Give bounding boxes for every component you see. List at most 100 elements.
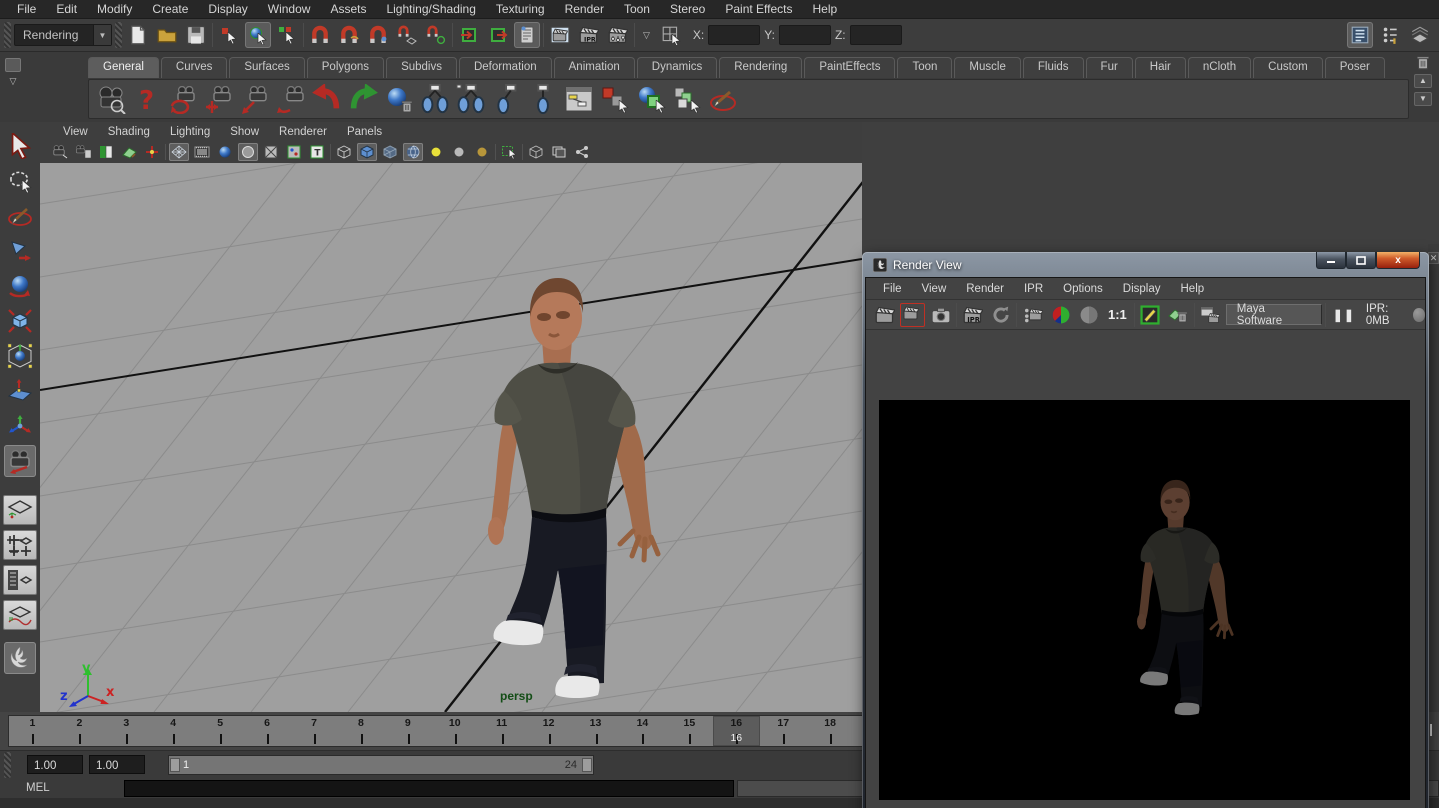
undo-button[interactable] [311, 83, 343, 115]
menu-item[interactable]: Texturing [487, 0, 554, 18]
soft-modification-tool-button[interactable] [4, 375, 36, 407]
x-coordinate-input[interactable] [708, 25, 760, 45]
maya-attribute-panel-button[interactable] [4, 642, 36, 674]
ipr-render-button[interactable]: IPR [576, 22, 602, 48]
safe-title-button[interactable]: T [307, 143, 327, 161]
character-model[interactable] [488, 278, 658, 698]
shelf-tab[interactable]: Curves [161, 57, 227, 78]
output-connections-button[interactable] [485, 22, 511, 48]
menu-item[interactable]: Toon [615, 0, 659, 18]
frame-slot[interactable]: 1 [9, 716, 56, 746]
display-rgb-channels-button[interactable] [1048, 303, 1073, 327]
wireframe-button[interactable] [334, 143, 354, 161]
frame-slot[interactable]: 14 [619, 716, 666, 746]
real-size-button[interactable]: 1:1 [1104, 307, 1131, 322]
shelf-tab[interactable]: nCloth [1188, 57, 1251, 78]
render-view-menu-item[interactable]: Render [957, 281, 1013, 297]
frame-slot[interactable]: 15 [666, 716, 713, 746]
camera-roll-button[interactable] [275, 83, 307, 115]
resolution-gate-button[interactable] [215, 143, 235, 161]
cluster-button[interactable] [419, 83, 451, 115]
tool-settings-toggle[interactable] [1377, 22, 1403, 48]
render-region-button[interactable] [1020, 303, 1045, 327]
default-light-button[interactable] [449, 143, 469, 161]
frame-slot[interactable]: 9 [384, 716, 431, 746]
snap-to-projected-center-button[interactable] [394, 22, 420, 48]
scale-tool-button[interactable] [4, 305, 36, 337]
shelf-tab[interactable]: Poser [1325, 57, 1385, 78]
render-view-menu-item[interactable]: Display [1114, 281, 1170, 297]
no-lights-button[interactable] [472, 143, 492, 161]
panel-menu-item[interactable]: Lighting [161, 125, 219, 139]
frame-slot[interactable]: 17 [760, 716, 807, 746]
file-open-button[interactable] [154, 22, 180, 48]
render-current-frame-button[interactable] [547, 22, 573, 48]
render-view-titlebar[interactable]: Render View x [865, 252, 1426, 277]
input-connections-button[interactable] [456, 22, 482, 48]
frame-slot[interactable]: 2 [56, 716, 103, 746]
frame-slot[interactable]: 6 [244, 716, 291, 746]
bookmarks-button[interactable] [96, 143, 116, 161]
open-render-settings-button[interactable] [1138, 303, 1163, 327]
close-button[interactable]: x [1376, 252, 1420, 269]
redo-previous-render-button[interactable] [900, 303, 925, 327]
menu-item[interactable]: Lighting/Shading [377, 0, 484, 18]
select-tool-button[interactable] [4, 130, 36, 162]
shelf-tab[interactable]: Muscle [954, 57, 1020, 78]
panel-menu-item[interactable]: Show [221, 125, 268, 139]
universal-manipulator-button[interactable] [4, 340, 36, 372]
frame-slot[interactable]: 5 [197, 716, 244, 746]
snap-to-point-button[interactable] [365, 22, 391, 48]
help-line-button[interactable]: ? [131, 83, 163, 115]
frame-slot[interactable]: 7 [291, 716, 338, 746]
shelf-tab[interactable]: Fur [1086, 57, 1133, 78]
menu-item[interactable]: Modify [88, 0, 141, 18]
render-view-menu-item[interactable]: Help [1172, 281, 1214, 297]
menu-item[interactable]: Window [259, 0, 320, 18]
persp-outliner-layout-button[interactable] [3, 565, 37, 595]
shelf-tab[interactable]: Hair [1135, 57, 1186, 78]
camera-orbit-button[interactable] [167, 83, 199, 115]
construction-history-button[interactable] [514, 22, 540, 48]
2d-pan-zoom-button[interactable] [142, 143, 162, 161]
isolate-select-button[interactable] [526, 143, 546, 161]
frame-slot[interactable]: 3 [103, 716, 150, 746]
rotate-tool-button[interactable] [4, 270, 36, 302]
animation-start-field[interactable] [27, 755, 83, 774]
frame-slot[interactable]: 4 [150, 716, 197, 746]
display-alpha-channel-button[interactable] [1076, 303, 1101, 327]
chevron-down-icon[interactable]: ▼ [93, 25, 111, 45]
film-gate-button[interactable] [192, 143, 212, 161]
cluster-handle-button[interactable] [455, 83, 487, 115]
convert-selection-button[interactable] [599, 83, 631, 115]
gate-mask-button[interactable] [238, 143, 258, 161]
delete-object-button[interactable] [383, 83, 415, 115]
frame-slot[interactable]: 18 [807, 716, 854, 746]
shelf-tab[interactable]: Custom [1253, 57, 1323, 78]
camera-dolly-button[interactable] [239, 83, 271, 115]
move-tool-button[interactable] [4, 235, 36, 267]
drag-grip[interactable] [4, 752, 11, 778]
panel-menu-item[interactable]: Renderer [270, 125, 336, 139]
select-hierarchy-button[interactable] [216, 22, 242, 48]
command-language-toggle[interactable]: MEL [26, 782, 60, 794]
shelf-tab[interactable]: General [88, 57, 159, 78]
menu-item[interactable]: Render [556, 0, 613, 18]
combine-cubes-button[interactable] [671, 83, 703, 115]
menu-item[interactable]: Display [199, 0, 256, 18]
menu-item[interactable]: Create [143, 0, 197, 18]
xray-shade-button[interactable] [380, 143, 400, 161]
paint-scripts-button[interactable] [707, 83, 739, 115]
frame-slot[interactable]: 12 [525, 716, 572, 746]
shelf-tab[interactable]: Animation [554, 57, 635, 78]
drag-grip[interactable] [115, 22, 122, 48]
last-tool-used-button[interactable] [4, 445, 36, 477]
shelf-scroll-down-button[interactable]: ▼ [1414, 92, 1432, 106]
frame-slot[interactable]: 10 [431, 716, 478, 746]
hypergraph-button[interactable] [563, 83, 595, 115]
highlight-selection-button[interactable] [499, 143, 519, 161]
field-chart-button[interactable] [261, 143, 281, 161]
shelf-menu-icon[interactable]: ▽ [10, 76, 17, 87]
share-view-button[interactable] [572, 143, 592, 161]
renderer-selector[interactable]: Maya Software [1226, 304, 1322, 325]
